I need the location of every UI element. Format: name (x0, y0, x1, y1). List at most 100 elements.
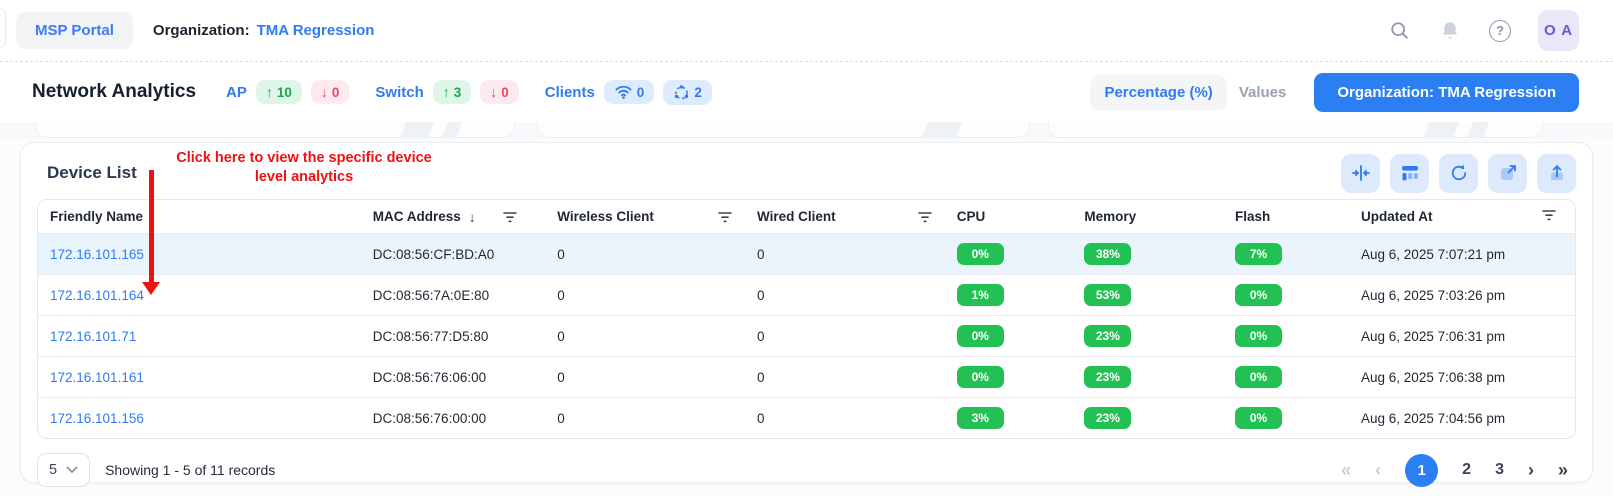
filter-icon[interactable] (717, 210, 733, 224)
wired-cell: 0 (745, 275, 945, 316)
notifications-bell-icon[interactable] (1438, 19, 1462, 43)
next-page-button[interactable]: › (1528, 460, 1534, 481)
toggle-percentage[interactable]: Percentage (%) (1090, 75, 1226, 110)
device-link[interactable]: 172.16.101.164 (50, 288, 144, 303)
sort-desc-icon[interactable]: ↓ (469, 209, 476, 225)
pagination: « ‹ 1 2 3 › » (1341, 454, 1568, 487)
col-mac-address[interactable]: MAC Address ↓ (361, 200, 545, 234)
cpu-badge: 0% (957, 325, 1004, 347)
refresh-button[interactable] (1439, 154, 1478, 193)
annotation-text: Click here to view the specific device l… (149, 149, 459, 187)
col-wireless-client[interactable]: Wireless Client (545, 200, 745, 234)
toggle-values[interactable]: Values (1227, 75, 1299, 110)
table-row[interactable]: 172.16.101.161 DC:08:56:76:06:00 0 0 0% … (38, 357, 1575, 398)
switch-down-count: 0 (501, 85, 509, 100)
wireless-cell: 0 (545, 398, 745, 439)
device-list-title: Device List (47, 163, 137, 183)
table-header-row: Friendly Name MAC Address ↓ Wireless Cli… (38, 200, 1575, 234)
flash-badge: 0% (1235, 325, 1282, 347)
device-link[interactable]: 172.16.101.156 (50, 411, 144, 426)
left-edge-decoration (0, 8, 6, 48)
collapse-columns-button[interactable] (1341, 154, 1380, 193)
mac-cell: DC:08:56:CF:BD:A0 (361, 234, 545, 275)
avatar[interactable]: O A (1538, 10, 1579, 51)
ap-down-badge: ↓0 (311, 80, 350, 104)
wireless-clients-count: 0 (637, 85, 645, 100)
analytics-header-actions: Percentage (%) Values Organization: TMA … (1090, 73, 1579, 112)
page-button-1[interactable]: 1 (1405, 454, 1438, 487)
last-page-button[interactable]: » (1558, 460, 1568, 481)
compress-icon (1351, 163, 1371, 183)
device-link[interactable]: 172.16.101.71 (50, 329, 136, 344)
col-friendly-name[interactable]: Friendly Name (38, 200, 361, 234)
switch-up-count: 3 (454, 85, 462, 100)
memory-badge: 23% (1084, 366, 1131, 388)
table-row[interactable]: 172.16.101.71 DC:08:56:77:D5:80 0 0 0% 2… (38, 316, 1575, 357)
mac-cell: DC:08:56:76:06:00 (361, 357, 545, 398)
filter-icon[interactable] (1541, 208, 1557, 222)
col-wired-client[interactable]: Wired Client (745, 200, 945, 234)
wireless-cell: 0 (545, 275, 745, 316)
col-updated-at[interactable]: Updated At (1349, 200, 1529, 234)
ap-down-count: 0 (332, 85, 340, 100)
col-flash[interactable]: Flash (1223, 200, 1349, 234)
organization-value-link[interactable]: TMA Regression (257, 22, 375, 39)
device-link[interactable]: 172.16.101.161 (50, 370, 144, 385)
down-arrow-icon: ↓ (321, 84, 328, 100)
page-size-value: 5 (49, 462, 57, 478)
wired-cell: 0 (745, 316, 945, 357)
clients-label[interactable]: Clients (545, 84, 595, 101)
mesh-icon (673, 84, 690, 101)
prev-page-button[interactable]: ‹ (1375, 460, 1381, 481)
memory-badge: 38% (1084, 243, 1131, 265)
table-row[interactable]: 172.16.101.165 DC:08:56:CF:BD:A0 0 0 0% … (38, 234, 1575, 275)
ap-label[interactable]: AP (226, 84, 247, 101)
page-button-2[interactable]: 2 (1462, 461, 1471, 479)
annotation-arrow-head (142, 282, 160, 295)
mac-cell: DC:08:56:77:D5:80 (361, 316, 545, 357)
chevron-down-icon (66, 466, 78, 474)
mesh-clients-count: 2 (694, 85, 702, 100)
page-title: Network Analytics (32, 81, 196, 103)
switch-label[interactable]: Switch (375, 84, 423, 101)
organization-selector-button[interactable]: Organization: TMA Regression (1314, 73, 1579, 112)
col-memory[interactable]: Memory (1072, 200, 1223, 234)
msp-portal-button[interactable]: MSP Portal (16, 12, 133, 49)
table-row[interactable]: 172.16.101.156 DC:08:56:76:00:00 0 0 3% … (38, 398, 1575, 439)
down-arrow-icon: ↓ (490, 84, 497, 100)
memory-badge: 53% (1084, 284, 1131, 306)
cpu-badge: 1% (957, 284, 1004, 306)
updated-cell: Aug 6, 2025 7:06:38 pm (1349, 357, 1529, 398)
records-summary: Showing 1 - 5 of 11 records (105, 462, 275, 478)
topbar-actions: ? O A (1387, 10, 1579, 51)
export-button[interactable] (1537, 154, 1576, 193)
top-bar: MSP Portal Organization: TMA Regression … (0, 0, 1613, 62)
col-cpu[interactable]: CPU (945, 200, 1073, 234)
filter-icon[interactable] (917, 210, 933, 224)
memory-badge: 23% (1084, 407, 1131, 429)
scrolled-cards-band (0, 122, 1613, 139)
cpu-badge: 3% (957, 407, 1004, 429)
table-row[interactable]: 172.16.101.164 DC:08:56:7A:0E:80 0 0 1% … (38, 275, 1575, 316)
ghost-card (1048, 122, 1543, 138)
flash-badge: 0% (1235, 284, 1282, 306)
first-page-button[interactable]: « (1341, 460, 1351, 481)
device-list-panel: Click here to view the specific device l… (20, 142, 1593, 483)
cpu-badge: 0% (957, 366, 1004, 388)
updated-cell: Aug 6, 2025 7:07:21 pm (1349, 234, 1529, 275)
column-settings-button[interactable] (1390, 154, 1429, 193)
search-icon[interactable] (1387, 19, 1411, 43)
updated-cell: Aug 6, 2025 7:04:56 pm (1349, 398, 1529, 439)
filter-icon[interactable] (502, 210, 518, 224)
page-size-select[interactable]: 5 (37, 453, 90, 487)
page-button-3[interactable]: 3 (1495, 461, 1504, 479)
device-link[interactable]: 172.16.101.165 (50, 247, 144, 262)
wireless-cell: 0 (545, 316, 745, 357)
expand-button[interactable] (1488, 154, 1527, 193)
annotation-arrow (149, 170, 154, 282)
help-icon[interactable]: ? (1489, 20, 1511, 42)
organization-label: Organization: (153, 22, 250, 39)
ghost-card (537, 122, 1030, 138)
mac-cell: DC:08:56:7A:0E:80 (361, 275, 545, 316)
upload-icon (1547, 163, 1567, 183)
